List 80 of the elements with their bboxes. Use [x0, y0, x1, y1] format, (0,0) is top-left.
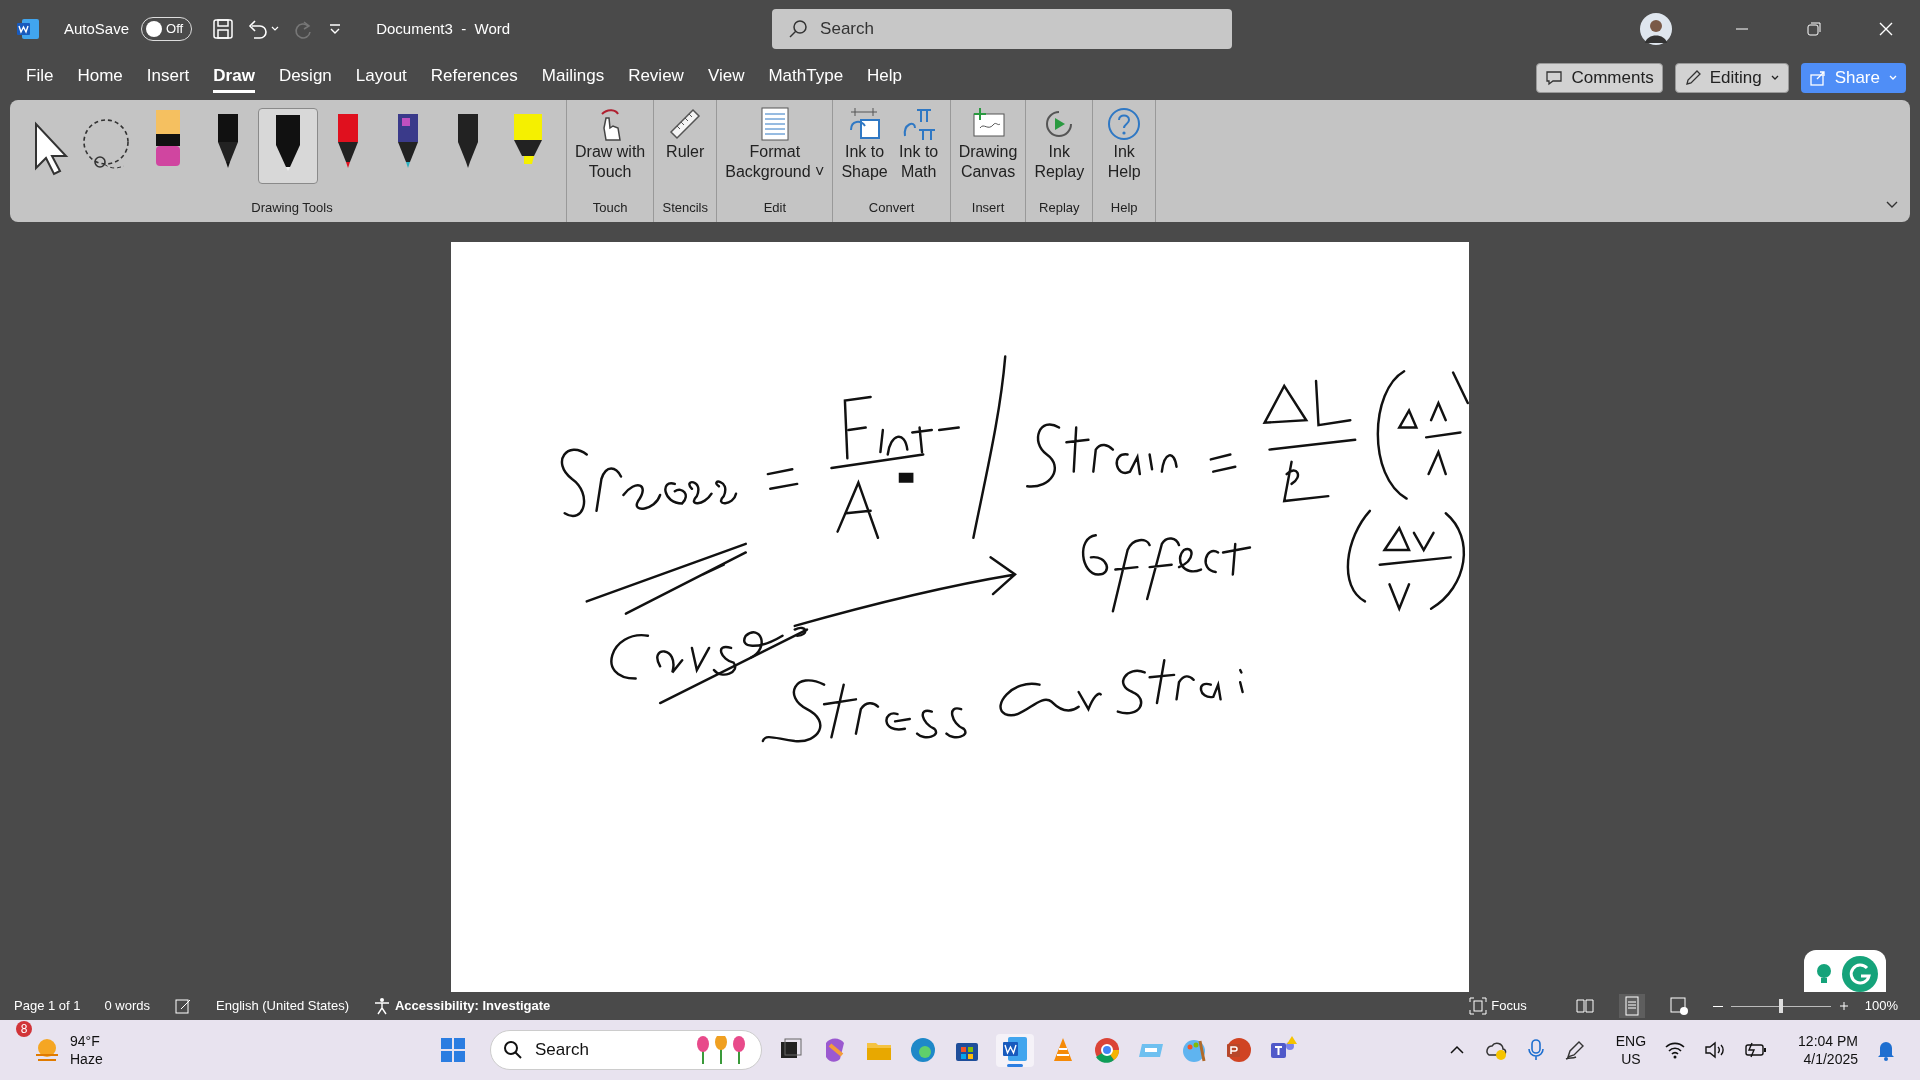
search-icon: [788, 19, 809, 39]
menu-tab[interactable]: View: [695, 61, 757, 95]
menu-tab[interactable]: Design: [266, 61, 344, 95]
taskbar-search-field[interactable]: Search: [490, 1030, 762, 1070]
print-layout-icon[interactable]: [1618, 994, 1645, 1018]
group-label: Touch: [591, 199, 629, 217]
ribbon-button[interactable]: Ink to Shape: [841, 106, 888, 198]
microphone-icon[interactable]: [1525, 1038, 1546, 1062]
editing-button[interactable]: Editing: [1674, 63, 1789, 93]
grammarly-logo-icon: [1842, 956, 1878, 992]
avatar-icon[interactable]: [1640, 13, 1672, 45]
weather-condition: Haze: [70, 1050, 103, 1068]
menu-tab[interactable]: Help: [855, 61, 915, 95]
group-label: Convert: [867, 199, 916, 217]
ribbon-button[interactable]: Ink Help: [1101, 106, 1148, 198]
menu-tab[interactable]: Insert: [134, 61, 202, 95]
focus-icon: [1469, 997, 1488, 1015]
zoom-in-icon[interactable]: [1838, 1001, 1849, 1011]
autosave-label: AutoSave: [64, 18, 130, 39]
accessibility-status[interactable]: Accessibility: Investigate: [373, 996, 551, 1016]
battery-icon[interactable]: [1744, 1040, 1769, 1060]
zoom-level[interactable]: 100%: [1864, 996, 1898, 1016]
help-icon: [1106, 106, 1143, 142]
save-icon[interactable]: [212, 18, 235, 40]
ribbon-button[interactable]: Drawing Canvas: [958, 106, 1018, 198]
menu-tab[interactable]: MathType: [756, 61, 856, 95]
search-field[interactable]: Search: [772, 9, 1233, 49]
web-layout-icon[interactable]: [1668, 996, 1689, 1016]
window-title: Document3 - Word: [376, 18, 511, 39]
pencil-icon: [1683, 69, 1702, 87]
word-count[interactable]: 0 words: [104, 996, 151, 1016]
group-label: Stencils: [662, 199, 709, 217]
proofing-icon[interactable]: [174, 997, 193, 1015]
input-region[interactable]: US: [1621, 1050, 1641, 1068]
group-label: Edit: [762, 199, 788, 217]
wifi-icon[interactable]: [1664, 1040, 1687, 1060]
ribbon-button[interactable]: Draw with Touch: [575, 106, 646, 198]
menu-tab[interactable]: Draw: [201, 61, 267, 95]
undo-icon[interactable]: [246, 18, 281, 40]
word-logo-icon: [16, 17, 40, 41]
input-language[interactable]: ENG: [1615, 1032, 1647, 1050]
menu-tab[interactable]: Review: [616, 61, 696, 95]
group-label: Help: [1109, 199, 1139, 217]
group-label: Insert: [970, 199, 1006, 217]
ribbon-button[interactable]: Ruler: [662, 106, 709, 198]
page-count[interactable]: Page 1 of 1: [14, 996, 81, 1016]
ribbon-button[interactable]: Ink Replay: [1034, 106, 1085, 198]
volume-icon[interactable]: [1704, 1040, 1727, 1060]
comment-icon: [1545, 69, 1564, 87]
ribbon-button[interactable]: Format Background ˅: [725, 106, 825, 198]
accessibility-icon: [373, 997, 391, 1015]
clock-time[interactable]: 12:04 PM: [1798, 1032, 1858, 1050]
notification-bell-icon[interactable]: [1876, 1039, 1896, 1061]
comments-button[interactable]: Comments: [1536, 63, 1663, 93]
chrome-icon[interactable]: [1092, 1035, 1122, 1065]
share-icon: [1808, 69, 1827, 87]
menu-tab[interactable]: Mailings: [529, 61, 617, 95]
start-icon[interactable]: [438, 1035, 468, 1065]
lightbulb-icon: [1814, 962, 1834, 986]
powerpoint-icon[interactable]: [1224, 1035, 1254, 1065]
group-label: Replay: [1038, 199, 1081, 217]
read-mode-icon[interactable]: [1574, 997, 1595, 1015]
ribbon-button[interactable]: Ink to Math: [895, 106, 942, 198]
focus-button[interactable]: Focus: [1469, 996, 1527, 1016]
pen-button[interactable]: [258, 108, 318, 184]
menu-tab[interactable]: Layout: [343, 61, 419, 95]
temperature: 94°F: [70, 1032, 101, 1050]
grammarly-button[interactable]: [1804, 950, 1886, 992]
pen-icon[interactable]: [1563, 1039, 1586, 1061]
zoom-slider-thumb[interactable]: [1778, 999, 1783, 1013]
weather-badge: 8: [16, 1021, 32, 1037]
group-label: Drawing Tools: [250, 199, 334, 217]
language-status[interactable]: English (United States): [216, 996, 349, 1016]
edge-icon[interactable]: [908, 1035, 938, 1065]
clock-date[interactable]: 4/1/2025: [1803, 1050, 1858, 1068]
menu-tab[interactable]: References: [418, 61, 530, 95]
restore-icon[interactable]: [1804, 19, 1824, 39]
search-icon: [503, 1040, 523, 1060]
menu-tab[interactable]: Home: [65, 61, 135, 95]
menu-tab[interactable]: File: [14, 61, 66, 95]
